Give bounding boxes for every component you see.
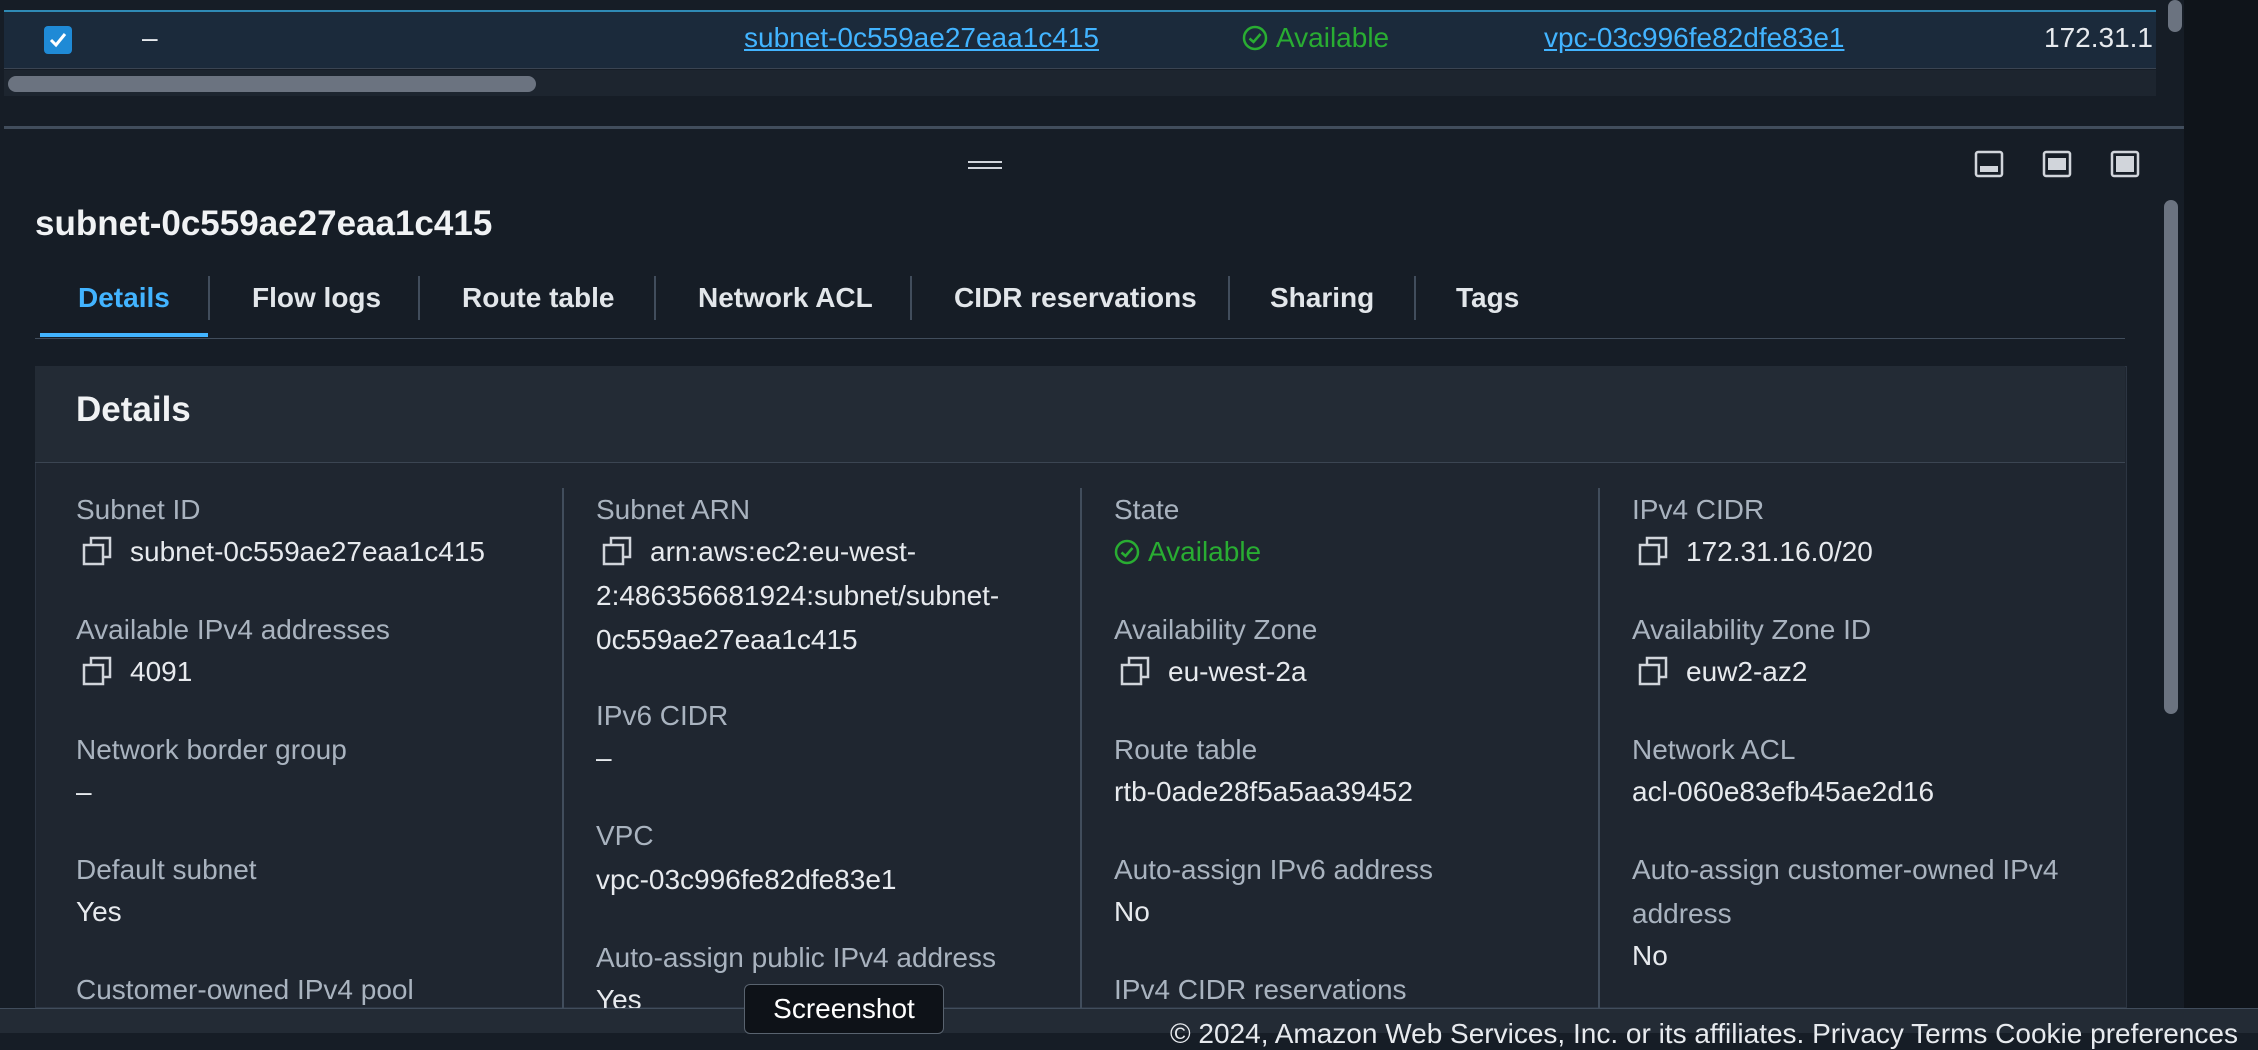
default-subnet-value: Yes — [76, 896, 122, 927]
subnet-arn-line3: 0c559ae27eaa1c415 — [596, 624, 858, 655]
drag-handle-icon[interactable] — [968, 160, 1002, 170]
vpc-label: VPC — [596, 820, 654, 851]
window-gutter — [2184, 0, 2258, 1032]
availability-zone-label: Availability Zone — [1114, 614, 1318, 645]
panel-full-icon[interactable] — [2110, 150, 2140, 178]
default-subnet-label: Default subnet — [76, 854, 257, 885]
copy-icon[interactable] — [82, 656, 112, 686]
auto-assign-public-ipv4-label: Auto-assign public IPv4 address — [596, 942, 996, 973]
row-cidr: 172.31.1 — [2044, 22, 2153, 53]
row-subnet-link[interactable]: subnet-0c559ae27eaa1c415 — [744, 22, 1099, 54]
tab-divider — [418, 276, 420, 320]
subnet-id-text: subnet-0c559ae27eaa1c415 — [130, 536, 485, 567]
availability-zone-id-label: Availability Zone ID — [1632, 614, 1872, 645]
available-ipv4-label: Available IPv4 addresses — [76, 614, 390, 645]
horizontal-scrollbar-thumb[interactable] — [8, 76, 536, 92]
tab-divider — [910, 276, 912, 320]
available-ipv4-text: 4091 — [130, 656, 193, 687]
copy-icon[interactable] — [82, 536, 112, 566]
check-icon — [49, 33, 67, 48]
auto-assign-coip-value: No — [1632, 940, 1668, 971]
auto-assign-coip-label-line2: address — [1632, 898, 1732, 929]
tab-tags[interactable]: Tags — [1456, 282, 1519, 314]
subnet-arn-label: Subnet ARN — [596, 494, 751, 525]
ipv6-cidr-value: – — [596, 742, 612, 773]
check-circle-icon — [1114, 539, 1140, 565]
auto-assign-coip-label-line1: Auto-assign customer-owned IPv4 — [1632, 854, 2059, 885]
panel-side-icon[interactable] — [2042, 150, 2072, 178]
column-divider — [1598, 488, 1600, 1008]
tab-network-acl[interactable]: Network ACL — [698, 282, 873, 314]
state-text: Available — [1148, 536, 1262, 567]
tab-sharing[interactable]: Sharing — [1270, 282, 1374, 314]
network-border-group-label: Network border group — [76, 734, 347, 765]
subnet-arn-value: arn:aws:ec2:eu-west- — [602, 536, 916, 568]
row-name: – — [142, 22, 158, 53]
availability-zone-text: eu-west-2a — [1168, 656, 1307, 687]
ipv4-cidr-value: 172.31.16.0/20 — [1638, 536, 1873, 568]
network-border-group-value: – — [76, 776, 92, 807]
row-state-text: Available — [1276, 22, 1390, 53]
subnet-arn-line2: 2:486356681924:subnet/subnet- — [596, 580, 1000, 611]
copy-icon[interactable] — [602, 536, 632, 566]
panel-bottom-icon[interactable] — [1974, 150, 2004, 178]
active-tab-indicator — [40, 333, 208, 337]
footer-text: © 2024, Amazon Web Services, Inc. or its… — [1170, 1018, 2238, 1049]
subnet-id-value: subnet-0c559ae27eaa1c415 — [82, 536, 485, 568]
column-divider — [562, 488, 564, 1008]
availability-zone-value: eu-west-2a — [1120, 656, 1307, 688]
route-table-label: Route table — [1114, 734, 1258, 765]
tab-divider — [654, 276, 656, 320]
row-checkbox[interactable] — [44, 26, 72, 54]
copy-icon[interactable] — [1638, 656, 1668, 686]
subnet-arn-line1: arn:aws:ec2:eu-west- — [650, 536, 917, 567]
tabs-divider — [35, 338, 2125, 339]
tab-divider — [1414, 276, 1416, 320]
network-acl-link[interactable]: acl-060e83efb45ae2d16 — [1632, 776, 1934, 808]
details-header — [35, 366, 2125, 463]
ipv4-cidr-text: 172.31.16.0/20 — [1686, 536, 1873, 567]
tab-divider — [1228, 276, 1230, 320]
availability-zone-id-text: euw2-az2 — [1686, 656, 1808, 687]
details-heading: Details — [76, 390, 191, 429]
table-vertical-scrollbar[interactable] — [2168, 0, 2182, 32]
vpc-link[interactable]: vpc-03c996fe82dfe83e1 — [596, 864, 896, 896]
check-circle-icon — [1242, 25, 1268, 51]
subnet-id-label: Subnet ID — [76, 494, 201, 525]
ipv6-cidr-label: IPv6 CIDR — [596, 700, 729, 731]
tab-route-table[interactable]: Route table — [462, 282, 614, 314]
route-table-link[interactable]: rtb-0ade28f5a5aa39452 — [1114, 776, 1413, 808]
row-state: Available — [1242, 22, 1389, 54]
available-ipv4-value: 4091 — [82, 656, 192, 688]
screenshot-tooltip: Screenshot — [744, 984, 944, 1034]
tab-flow-logs[interactable]: Flow logs — [252, 282, 381, 314]
ipv4-cidr-label: IPv4 CIDR — [1632, 494, 1765, 525]
auto-assign-ipv6-value: No — [1114, 896, 1150, 927]
page-title: subnet-0c559ae27eaa1c415 — [35, 204, 493, 243]
ipv4-cidr-reservations-label: IPv4 CIDR reservations — [1114, 974, 1407, 1005]
customer-owned-pool-label: Customer-owned IPv4 pool — [76, 974, 414, 1005]
copy-icon[interactable] — [1120, 656, 1150, 686]
column-divider — [1080, 488, 1082, 1008]
state-label: State — [1114, 494, 1180, 525]
row-vpc-link[interactable]: vpc-03c996fe82dfe83e1 — [1544, 22, 1844, 54]
copy-icon[interactable] — [1638, 536, 1668, 566]
panel-vertical-scrollbar-thumb[interactable] — [2164, 200, 2178, 714]
tab-cidr-reservations[interactable]: CIDR reservations — [954, 282, 1197, 314]
tab-divider — [208, 276, 210, 320]
availability-zone-id-value: euw2-az2 — [1638, 656, 1807, 688]
network-acl-label: Network ACL — [1632, 734, 1796, 765]
tab-details[interactable]: Details — [78, 282, 170, 314]
auto-assign-ipv6-label: Auto-assign IPv6 address — [1114, 854, 1434, 885]
state-value: Available — [1114, 536, 1261, 568]
